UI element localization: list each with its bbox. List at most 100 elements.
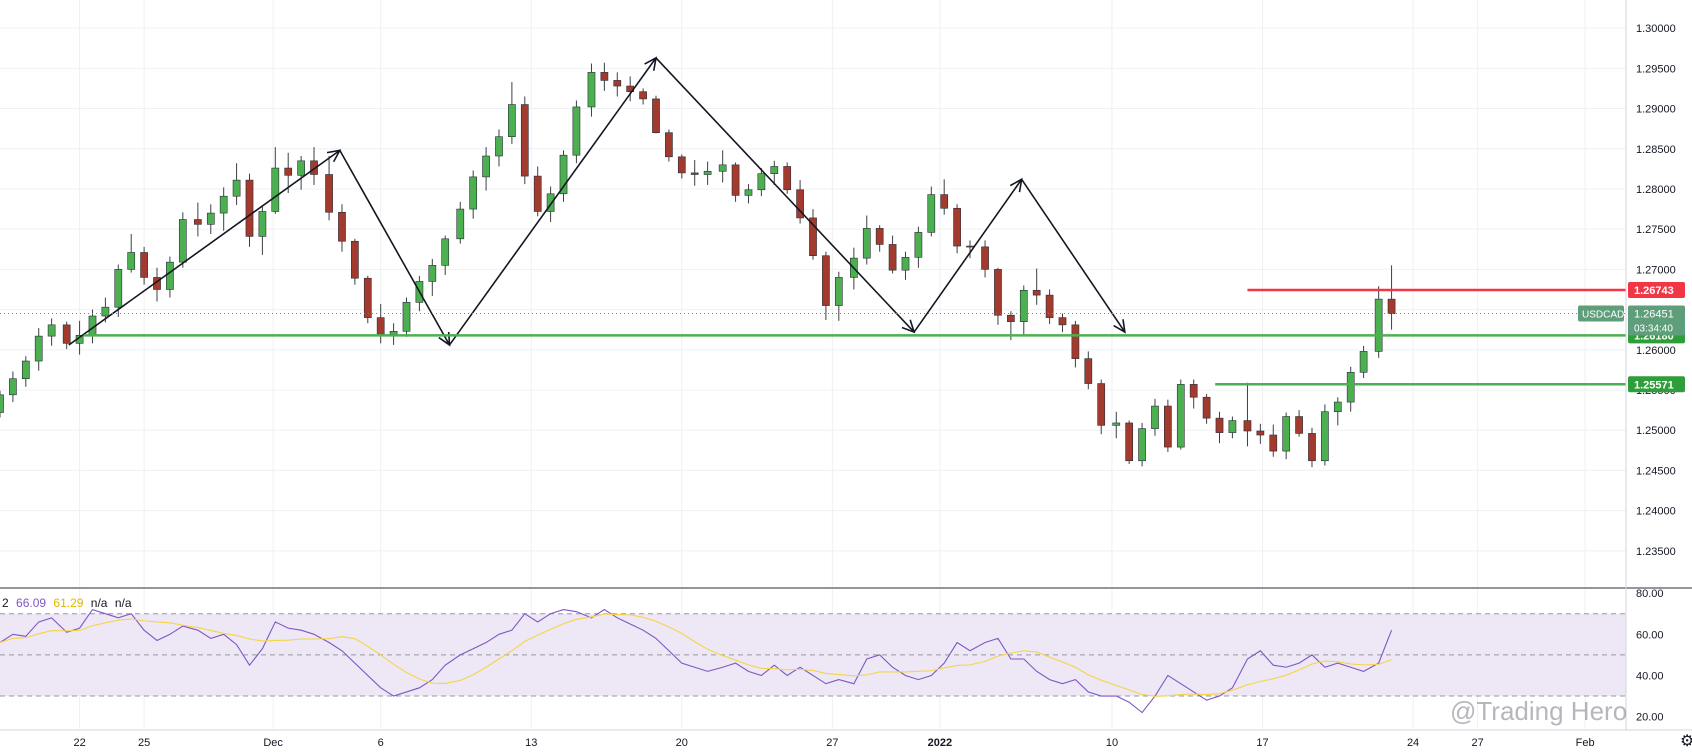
candle <box>1071 320 1080 368</box>
candle-body <box>351 240 359 279</box>
current-price-tag: 1.26451 03:34:40 <box>1628 305 1685 336</box>
candle-body <box>297 160 305 176</box>
y-tick-label: 1.24500 <box>1636 465 1676 477</box>
candle-body <box>1045 294 1054 318</box>
candle-body <box>166 261 174 290</box>
candle <box>1125 420 1134 464</box>
candle <box>703 161 712 185</box>
candle-body <box>376 317 385 335</box>
candle-body <box>783 166 792 191</box>
candle <box>1019 285 1028 335</box>
candle <box>862 215 871 265</box>
candle-body <box>271 167 280 212</box>
candle-body <box>770 166 779 174</box>
x-tick-label: 27 <box>1471 737 1483 749</box>
candle-body <box>744 189 753 196</box>
candle <box>690 160 699 186</box>
candle <box>402 297 411 337</box>
time-axis[interactable]: 22 25 Dec 6 13 20 27 2022 10 17 24 27 Feb <box>73 737 1594 749</box>
candle-body <box>114 269 123 308</box>
candle-body <box>428 265 437 282</box>
candle <box>1189 379 1198 409</box>
candle-body <box>559 154 568 195</box>
rsi-value: 66.09 <box>16 596 47 610</box>
candle <box>325 155 333 221</box>
candle <box>940 179 949 215</box>
candle-body <box>981 246 989 270</box>
candle <box>469 170 478 219</box>
y-tick-label: 1.23500 <box>1636 546 1676 558</box>
candle <box>166 256 174 298</box>
y-tick-label: 1.28000 <box>1636 184 1676 196</box>
candle <box>665 129 673 162</box>
candle-body <box>600 72 609 81</box>
y-tick-label: 1.27000 <box>1636 264 1676 276</box>
candle-body <box>1374 298 1383 352</box>
y-tick-label: 1.26000 <box>1636 345 1676 357</box>
candle <box>520 96 529 185</box>
rsi-tick-label: 80.00 <box>1636 588 1664 600</box>
x-tick-label: 6 <box>378 737 384 749</box>
rsi-na-2: n/a <box>114 596 132 610</box>
x-tick-label: 2022 <box>928 737 952 749</box>
candle <box>495 129 503 167</box>
candle-body <box>875 228 884 245</box>
symbol-label: USDCAD <box>1578 305 1624 322</box>
candle-body <box>206 212 215 225</box>
candle-body <box>718 164 727 172</box>
candle <box>219 187 228 231</box>
candle-body <box>325 174 333 213</box>
candle-body <box>1215 417 1224 433</box>
candle-body <box>1138 428 1146 462</box>
candle <box>1215 411 1224 444</box>
candle <box>34 328 43 371</box>
candle-body <box>1058 317 1067 326</box>
gear-icon[interactable]: ⚙ <box>1680 733 1692 751</box>
support-price-tag: 1.25571 <box>1628 376 1685 393</box>
rsi-na-1: n/a <box>90 596 108 610</box>
y-tick-label: 1.27500 <box>1636 224 1676 236</box>
x-tick-label: 27 <box>826 737 838 749</box>
candle-body <box>587 72 596 108</box>
candle-body <box>47 324 56 337</box>
candle-body <box>1125 422 1134 462</box>
zigzag-segment <box>68 149 341 346</box>
price-chart[interactable]: 1.30000 1.29500 1.29000 1.28500 1.28000 1.275… <box>0 0 1692 755</box>
rsi-tick-label: 20.00 <box>1636 712 1664 724</box>
candle-body <box>572 106 581 156</box>
rsi-legend[interactable]: 2 66.09 61.29 n/a n/a <box>2 596 136 610</box>
candle-body <box>1269 434 1278 452</box>
candle <box>953 204 961 254</box>
candle <box>47 318 56 346</box>
candle-body <box>822 255 830 306</box>
resistance-price-tag: 1.26743 <box>1628 282 1685 299</box>
candle <box>888 235 897 274</box>
candle <box>194 202 202 237</box>
y-tick-label: 1.24000 <box>1636 506 1676 518</box>
candle <box>21 356 30 387</box>
candle <box>1295 410 1303 437</box>
candle <box>731 162 740 202</box>
candle-body <box>1228 420 1237 433</box>
rsi-axis[interactable]: 80.00 60.00 40.00 20.00 <box>1636 588 1664 724</box>
candle-body <box>469 176 478 210</box>
y-tick-label: 1.25000 <box>1636 425 1676 437</box>
candle-body <box>901 257 910 271</box>
x-tick-label: 24 <box>1407 737 1419 749</box>
candle <box>1084 351 1093 390</box>
candle <box>1202 394 1211 424</box>
candle <box>994 267 1002 325</box>
candle-body <box>1097 383 1106 426</box>
candle-body <box>258 211 267 237</box>
candle-body <box>731 164 740 196</box>
candle-body <box>703 170 712 175</box>
candle-body <box>690 172 699 175</box>
candle <box>351 238 359 285</box>
candle <box>428 258 437 296</box>
price-tags: 1.267431.261801.255711.2645103:34:40USDC… <box>1578 282 1685 393</box>
candle <box>178 212 187 268</box>
main-grid <box>0 0 1626 587</box>
candle <box>1282 412 1291 460</box>
candle-body <box>101 306 110 317</box>
candle-body <box>862 228 871 259</box>
